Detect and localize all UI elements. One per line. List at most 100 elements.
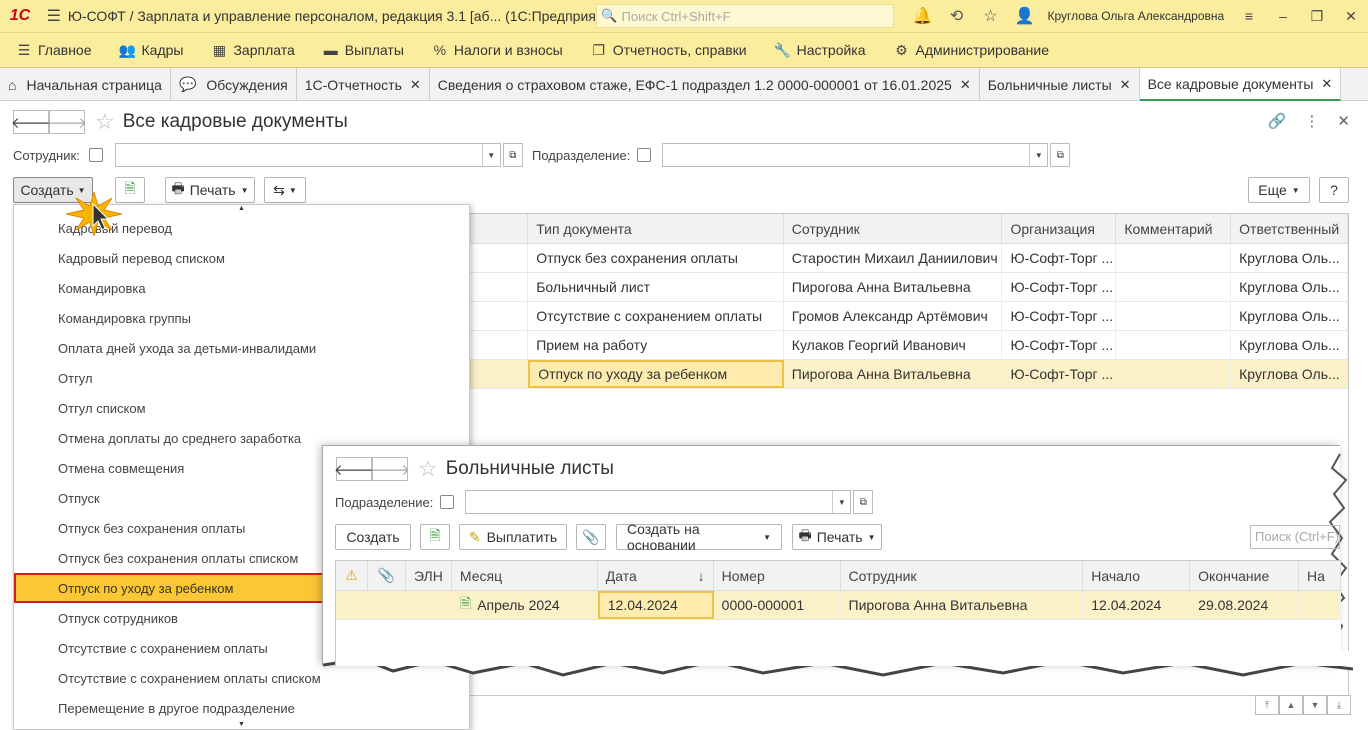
close-tab-icon[interactable]: ✕ — [1321, 76, 1332, 92]
next-page-icon[interactable]: ▼ — [1303, 695, 1327, 715]
menu-item-0[interactable]: ☰ Главное — [0, 42, 104, 59]
main-menu-icon[interactable]: ☰ — [40, 6, 68, 26]
forward-button[interactable]: 🡒 — [47, 110, 87, 134]
first-page-icon[interactable]: ⤒ — [1255, 695, 1279, 715]
table-row[interactable]: 🗎 Апрель 2024 12.04.2024 0000-000001 Пиро… — [336, 591, 1342, 620]
link-icon[interactable]: 🔗 — [1268, 112, 1287, 130]
open-icon[interactable]: ⧉ — [1050, 143, 1071, 167]
favorite-star-icon[interactable]: ☆ — [418, 456, 438, 482]
department-filter-field[interactable]: ▼ — [662, 143, 1049, 167]
department-filter-field[interactable]: ▼ — [465, 490, 852, 514]
sick-leave-table[interactable]: ⚠ 📎 ЭЛН Месяц Дата ↓ Номер Сотрудник Начало Око… — [335, 560, 1342, 666]
dropdown-item[interactable]: Командировка группы — [14, 303, 469, 333]
menu-item-5[interactable]: ❐ Отчетность, справки — [575, 42, 759, 59]
star-icon[interactable]: ☆ — [974, 6, 1008, 26]
employee-filter-checkbox[interactable] — [88, 148, 103, 162]
more-button[interactable]: Еще ▼ — [1248, 177, 1310, 203]
chevron-down-icon[interactable]: ▼ — [832, 491, 850, 513]
settings-lines-icon[interactable]: ≡ — [1232, 8, 1266, 25]
menu-item-2[interactable]: ▦ Зарплата — [195, 42, 306, 59]
column-header[interactable]: ЭЛН — [406, 561, 452, 590]
table-cell: Отпуск по уходу за ребенком — [528, 360, 784, 388]
dropdown-item[interactable]: Отгул списком — [14, 393, 469, 423]
menu-item-4[interactable]: % Налоги и взносы — [416, 42, 575, 58]
table-cell — [1116, 244, 1232, 272]
close-form-icon[interactable]: ✕ — [1337, 112, 1350, 130]
column-header[interactable]: Окончание — [1190, 561, 1300, 590]
menu-item-6[interactable]: 🔧 Настройка — [759, 42, 878, 59]
close-tab-icon[interactable]: ✕ — [1120, 77, 1131, 93]
attach-button[interactable]: 📎 — [576, 524, 606, 550]
column-header[interactable]: Организация — [1002, 214, 1117, 243]
menu-item-label: Кадры — [141, 42, 184, 58]
exchange-button[interactable]: ⇆ ▼ — [264, 177, 306, 203]
history-icon[interactable]: ⟲ — [940, 6, 974, 26]
column-header[interactable]: Начало — [1083, 561, 1191, 590]
table-cell — [1116, 331, 1232, 359]
menu-item-7[interactable]: ⚙ Администрирование — [878, 42, 1062, 59]
pay-button[interactable]: ✎ Выплатить — [459, 524, 567, 550]
close-tab-icon[interactable]: ✕ — [410, 77, 421, 93]
favorite-star-icon[interactable]: ☆ — [95, 109, 115, 135]
employee-filter-field[interactable]: ▼ — [114, 143, 501, 167]
copy-document-button[interactable]: 🗎 — [420, 524, 450, 550]
user-icon[interactable]: 👤 — [1008, 6, 1042, 26]
cell-month: 🗎 Апрель 2024 — [452, 591, 598, 619]
column-header[interactable]: Сотрудник — [841, 561, 1084, 590]
close-tab-icon[interactable]: ✕ — [960, 77, 971, 93]
open-icon[interactable]: ⧉ — [853, 490, 874, 514]
column-header[interactable]: Дата ↓ — [598, 561, 714, 590]
app-title: Ю-СОФТ / Зарплата и управление персонало… — [67, 8, 597, 24]
tab-2[interactable]: 1С-Отчетность ✕ — [297, 68, 430, 101]
column-header[interactable]: Месяц — [452, 561, 598, 590]
bell-icon[interactable]: 🔔 — [906, 6, 940, 26]
create-button[interactable]: Создать — [335, 524, 411, 550]
column-header[interactable]: Номер — [714, 561, 841, 590]
menu-item-3[interactable]: ▬ Выплаты — [307, 42, 416, 58]
print-button[interactable]: 🖶 Печать ▼ — [165, 177, 255, 203]
chevron-down-icon[interactable]: ▼ — [1029, 144, 1047, 166]
dropdown-item[interactable]: Кадровый перевод списком — [14, 243, 469, 273]
column-header[interactable]: Сотрудник — [784, 214, 1003, 243]
create-based-on-button[interactable]: Создать на основании ▼ — [616, 521, 782, 553]
scroll-down-icon[interactable]: ▼ — [14, 721, 469, 729]
close-window-icon[interactable]: ✕ — [1334, 8, 1368, 25]
column-header[interactable]: Комментарий — [1116, 214, 1232, 243]
back-button[interactable]: 🡐 — [334, 457, 374, 481]
dropdown-item[interactable]: Отгул — [14, 363, 469, 393]
help-button[interactable]: ? — [1319, 177, 1349, 203]
menu-icon: 👥 — [118, 41, 137, 58]
department-filter-checkbox[interactable] — [637, 148, 652, 162]
current-user[interactable]: Круглова Ольга Александровна — [1048, 9, 1232, 23]
department-filter-checkbox[interactable] — [440, 495, 455, 509]
back-button[interactable]: 🡐 — [11, 110, 51, 134]
tab-1[interactable]: 💬 Обсуждения — [171, 68, 297, 101]
menu-icon: % — [433, 42, 447, 58]
menu-item-label: Администрирование — [915, 42, 1050, 58]
tab-3[interactable]: Сведения о страховом стаже, ЕФС-1 подраз… — [430, 68, 980, 101]
last-page-icon[interactable]: ⤓ — [1327, 695, 1351, 715]
print-button[interactable]: 🖶 Печать ▼ — [792, 524, 882, 550]
prev-page-icon[interactable]: ▲ — [1279, 695, 1303, 715]
column-header[interactable]: На — [1299, 561, 1341, 590]
tab-5[interactable]: Все кадровые документы ✕ — [1139, 68, 1342, 101]
global-search-input[interactable]: 🔍 Поиск Ctrl+Shift+F — [596, 4, 894, 28]
menu-item-1[interactable]: 👥 Кадры — [104, 42, 196, 59]
more-vert-icon[interactable]: ⋮ — [1304, 112, 1319, 130]
minimize-icon[interactable]: – — [1266, 8, 1300, 25]
tab-0[interactable]: ⌂ Начальная страница — [0, 68, 171, 101]
sick-leave-search-input[interactable]: Поиск (Ctrl+F) — [1250, 525, 1340, 549]
menu-item-label: Настройка — [796, 42, 866, 58]
create-based-on-label: Создать на основании — [627, 521, 700, 553]
open-icon[interactable]: ⧉ — [502, 143, 523, 167]
dropdown-item[interactable]: Командировка — [14, 273, 469, 303]
dropdown-item[interactable]: Оплата дней ухода за детьми-инвалидами — [14, 333, 469, 363]
cell-eln — [406, 591, 452, 619]
column-header[interactable]: Тип документа — [528, 214, 784, 243]
forward-button[interactable]: 🡒 — [370, 457, 410, 481]
restore-icon[interactable]: ❐ — [1300, 8, 1334, 25]
tab-4[interactable]: Больничные листы ✕ — [980, 68, 1140, 101]
dropdown-item[interactable]: Перемещение в другое подразделение — [14, 693, 469, 723]
chevron-down-icon[interactable]: ▼ — [481, 144, 500, 166]
column-header[interactable]: Ответственный — [1231, 214, 1348, 243]
